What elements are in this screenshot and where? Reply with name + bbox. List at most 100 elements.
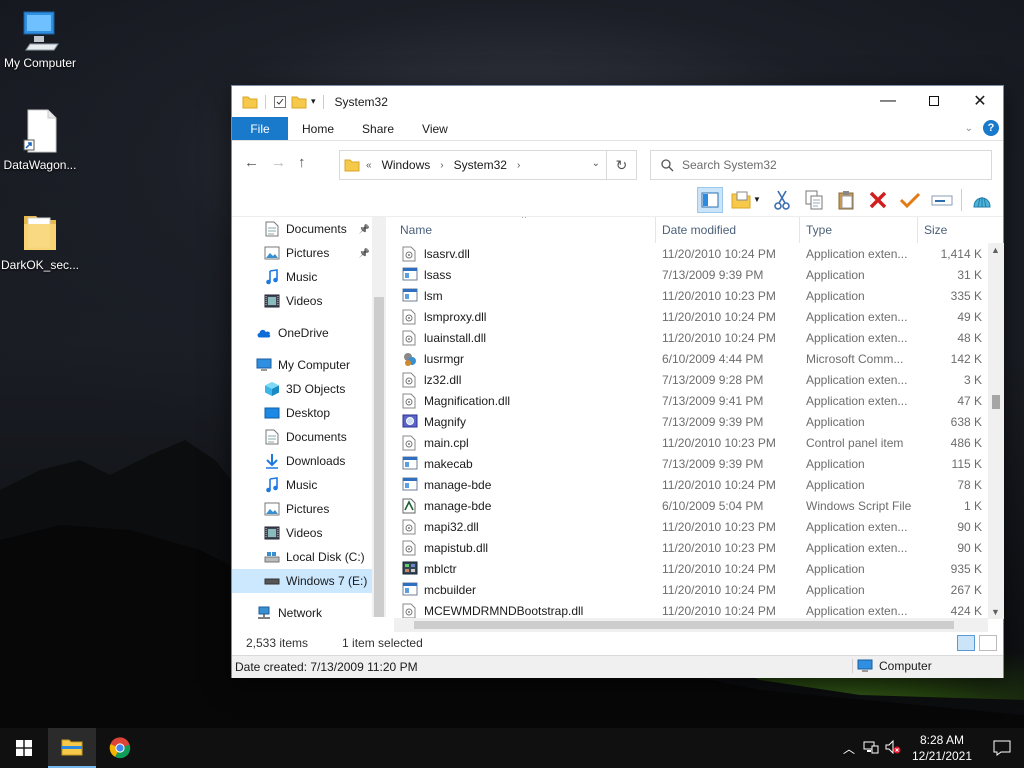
scroll-down-icon[interactable]: ▼ xyxy=(991,607,1000,617)
nav-item-pictures[interactable]: Pictures xyxy=(232,497,386,521)
nav-item-documents[interactable]: Documents xyxy=(232,425,386,449)
vertical-scrollbar[interactable]: ▲ ▼ xyxy=(988,243,1004,619)
title-bar[interactable]: ▾ System32 — ✕ xyxy=(232,86,1003,117)
forward-button[interactable]: → xyxy=(271,154,286,171)
network-icon[interactable] xyxy=(860,740,882,757)
cut-button[interactable] xyxy=(769,187,795,213)
nav-scrollbar-thumb[interactable] xyxy=(374,297,384,617)
copy-button[interactable] xyxy=(801,187,827,213)
nav-item-windows-7-e[interactable]: Windows 7 (E:) xyxy=(232,569,386,593)
table-row[interactable]: mapi32.dll 11/20/2010 10:23 PM Application… xyxy=(394,516,1004,537)
scrollbar-thumb[interactable] xyxy=(414,621,954,629)
table-row[interactable]: lz32.dll 7/13/2009 9:28 PM Application ext… xyxy=(394,369,1004,390)
file-date: 11/20/2010 10:24 PM xyxy=(662,330,776,345)
table-row[interactable]: lsmproxy.dll 11/20/2010 10:24 PM Applicati… xyxy=(394,306,1004,327)
nav-item-music[interactable]: Music xyxy=(232,265,386,289)
table-row[interactable]: manage-bde 11/20/2010 10:24 PM Application… xyxy=(394,474,1004,495)
tab-file[interactable]: File xyxy=(232,117,288,140)
scrollbar-thumb[interactable] xyxy=(992,395,1000,409)
up-button[interactable]: ↑ xyxy=(298,154,306,171)
nav-item-documents[interactable]: Documents 📌 xyxy=(232,217,386,241)
delete-button[interactable] xyxy=(865,187,891,213)
desktop-icon-darkok[interactable]: DarkOK_sec... xyxy=(0,208,80,272)
file-explorer-icon xyxy=(61,739,83,756)
file-date: 11/20/2010 10:24 PM xyxy=(662,246,776,261)
nav-item-onedrive[interactable]: OneDrive xyxy=(232,321,386,345)
table-row[interactable]: manage-bde 6/10/2009 5:04 PM Windows Scrip… xyxy=(394,495,1004,516)
tab-share[interactable]: Share xyxy=(348,117,408,140)
large-icons-view-button[interactable] xyxy=(979,635,997,651)
table-row[interactable]: Magnify 7/13/2009 9:39 PM Application 638 K xyxy=(394,411,1004,432)
shell-button[interactable] xyxy=(969,187,995,213)
tab-home[interactable]: Home xyxy=(288,117,348,140)
desktop-icon-datawagon[interactable]: DataWagon... xyxy=(0,108,80,172)
back-button[interactable]: ← xyxy=(244,154,259,171)
action-center-button[interactable] xyxy=(980,740,1024,756)
table-row[interactable]: mblctr 11/20/2010 10:24 PM Application 935 … xyxy=(394,558,1004,579)
table-row[interactable]: lsm 11/20/2010 10:23 PM Application 335 K xyxy=(394,285,1004,306)
file-name: luainstall.dll xyxy=(424,330,487,345)
new-folder-icon[interactable] xyxy=(291,95,307,109)
pin-icon[interactable]: 📌 xyxy=(359,224,370,235)
minimize-button[interactable]: — xyxy=(865,86,911,116)
table-row[interactable]: makecab 7/13/2009 9:39 PM Application 115 K xyxy=(394,453,1004,474)
nav-scrollbar[interactable] xyxy=(372,217,386,617)
pin-icon[interactable]: 📌 xyxy=(359,248,370,259)
maximize-button[interactable] xyxy=(911,86,957,116)
customize-toolbar-icon[interactable]: ▾ xyxy=(311,96,316,107)
table-row[interactable]: lusrmgr 6/10/2009 4:44 PM Microsoft Comm..… xyxy=(394,348,1004,369)
nav-item-videos[interactable]: Videos xyxy=(232,289,386,313)
column-date[interactable]: Date modified xyxy=(656,217,800,243)
refresh-button[interactable]: ↻ xyxy=(606,151,636,179)
nav-item-3d-objects[interactable]: 3D Objects xyxy=(232,377,386,401)
paste-button[interactable] xyxy=(833,187,859,213)
scroll-up-icon[interactable]: ▲ xyxy=(991,245,1000,255)
table-row[interactable]: main.cpl 11/20/2010 10:23 PM Control panel… xyxy=(394,432,1004,453)
expand-ribbon-icon[interactable]: ⌄ xyxy=(965,123,973,134)
details-view-button[interactable] xyxy=(957,635,975,651)
table-row[interactable]: mapistub.dll 11/20/2010 10:23 PM Applicati… xyxy=(394,537,1004,558)
start-button[interactable] xyxy=(0,728,48,768)
nav-item-my-computer[interactable]: My Computer xyxy=(232,353,386,377)
table-row[interactable]: Magnification.dll 7/13/2009 9:41 PM Applic… xyxy=(394,390,1004,411)
rename-button[interactable] xyxy=(929,187,955,213)
address-bar[interactable]: « Windows › System32 › ⌄ ↻ xyxy=(339,150,637,180)
check-button[interactable] xyxy=(897,187,923,213)
column-size[interactable]: Size xyxy=(918,217,988,243)
nav-item-pictures[interactable]: Pictures 📌 xyxy=(232,241,386,265)
breadcrumb-overflow[interactable]: « xyxy=(366,160,372,171)
column-type[interactable]: Type xyxy=(800,217,918,243)
chevron-up-icon[interactable]: ︿ xyxy=(838,740,860,757)
table-row[interactable]: mcbuilder 11/20/2010 10:24 PM Application 2… xyxy=(394,579,1004,600)
chevron-right-icon[interactable]: › xyxy=(517,160,520,171)
nav-item-local-disk-c[interactable]: Local Disk (C:) xyxy=(232,545,386,569)
desktop-icon-my-computer[interactable]: My Computer xyxy=(0,8,80,70)
taskbar-file-explorer[interactable] xyxy=(48,728,96,768)
clock[interactable]: 8:28 AM 12/21/2021 xyxy=(904,732,980,764)
properties-icon[interactable] xyxy=(273,95,287,109)
taskbar-chrome[interactable] xyxy=(96,728,144,768)
tab-view[interactable]: View xyxy=(408,117,462,140)
nav-item-music[interactable]: Music xyxy=(232,473,386,497)
nav-item-downloads[interactable]: Downloads xyxy=(232,449,386,473)
help-icon[interactable]: ? xyxy=(983,120,999,136)
chevron-right-icon[interactable]: › xyxy=(440,160,443,171)
chevron-down-icon[interactable]: ⌄ xyxy=(592,158,600,169)
table-row[interactable]: lsasrv.dll 11/20/2010 10:24 PM Application… xyxy=(394,243,1004,264)
properties-button[interactable]: ▼ xyxy=(729,187,763,213)
table-row[interactable]: lsass 7/13/2009 9:39 PM Application 31 K xyxy=(394,264,1004,285)
preview-pane-button[interactable] xyxy=(697,186,723,213)
nav-item-desktop[interactable]: Desktop xyxy=(232,401,386,425)
breadcrumb-item[interactable]: System32 xyxy=(454,158,507,172)
nav-item-network[interactable]: Network xyxy=(232,601,386,625)
file-type: Application exten... xyxy=(806,309,908,324)
file-name: manage-bde xyxy=(424,498,492,513)
search-input[interactable] xyxy=(682,158,962,172)
nav-item-videos[interactable]: Videos xyxy=(232,521,386,545)
search-box[interactable] xyxy=(650,150,992,180)
volume-muted-icon[interactable] xyxy=(882,739,904,757)
table-row[interactable]: luainstall.dll 11/20/2010 10:24 PM Applica… xyxy=(394,327,1004,348)
breadcrumb-item[interactable]: Windows xyxy=(382,158,431,172)
close-button[interactable]: ✕ xyxy=(957,86,1003,116)
horizontal-scrollbar[interactable] xyxy=(394,618,988,632)
